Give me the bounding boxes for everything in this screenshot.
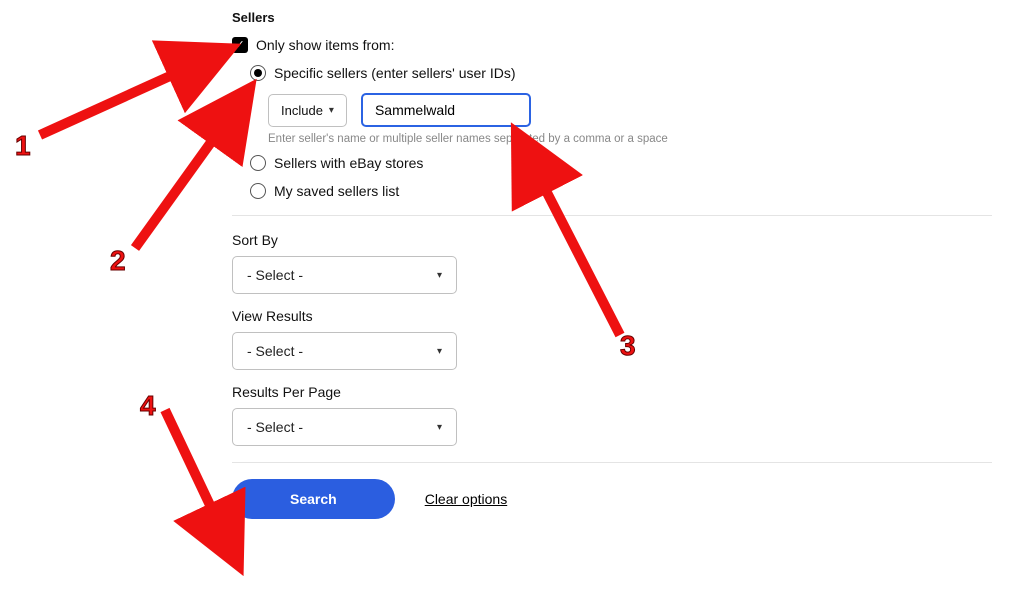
seller-id-input[interactable] [361,93,531,127]
marker-2: 2 [110,245,126,277]
sort-by-select[interactable]: - Select -▾ [232,256,457,294]
divider [232,215,992,216]
radio-saved-sellers[interactable] [250,183,266,199]
chevron-down-icon: ▾ [437,346,442,357]
radio-stores-label: Sellers with eBay stores [274,155,423,171]
results-per-page-select[interactable]: - Select -▾ [232,408,457,446]
seller-helper-text: Enter seller's name or multiple seller n… [268,133,1024,145]
chevron-down-icon: ▾ [437,270,442,281]
results-per-page-label: Results Per Page [232,384,1024,400]
marker-3: 3 [620,330,636,362]
clear-options-link[interactable]: Clear options [425,491,508,507]
sellers-heading: Sellers [232,10,1024,25]
radio-specific-sellers[interactable] [250,65,266,81]
marker-1: 1 [15,130,31,162]
only-show-checkbox[interactable]: ✓ [232,37,248,53]
radio-saved-label: My saved sellers list [274,183,399,199]
only-show-label: Only show items from: [256,37,394,53]
chevron-down-icon: ▾ [437,422,442,433]
search-button[interactable]: Search [232,479,395,519]
sort-by-label: Sort By [232,232,1024,248]
view-results-label: View Results [232,308,1024,324]
marker-4: 4 [140,390,156,422]
divider [232,462,992,463]
view-results-select[interactable]: - Select -▾ [232,332,457,370]
include-select[interactable]: Include ▾ [268,94,347,127]
radio-ebay-stores[interactable] [250,155,266,171]
radio-specific-label: Specific sellers (enter sellers' user ID… [274,65,516,81]
chevron-down-icon: ▾ [329,105,334,116]
